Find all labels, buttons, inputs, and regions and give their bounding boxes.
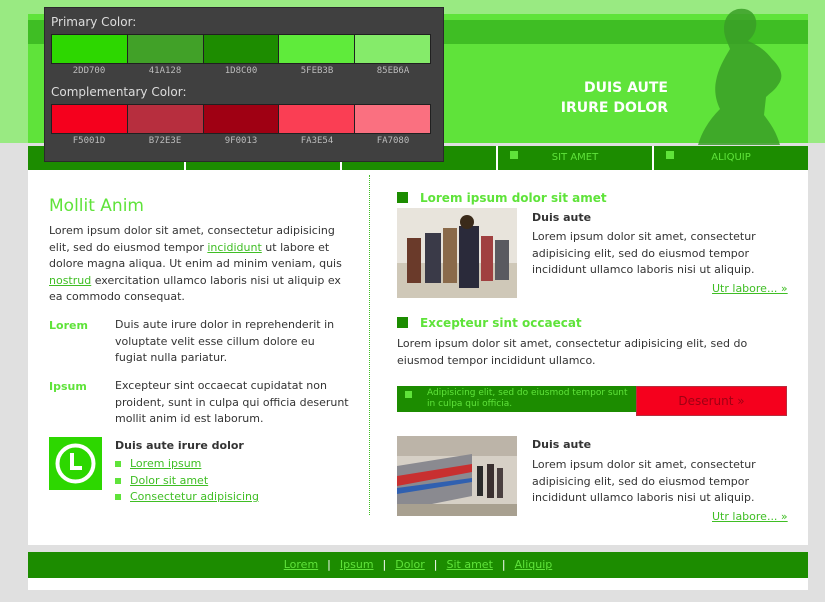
- term-lorem: Lorem: [49, 319, 88, 332]
- woman-silhouette-image: [698, 8, 782, 145]
- section3-subtitle: Duis aute: [532, 438, 592, 451]
- section-square-icon: [397, 317, 408, 328]
- complementary-color-label: Complementary Color:: [51, 85, 187, 99]
- nav-item-label: ALIQUIP: [711, 152, 751, 163]
- dolor-sit-amet-link[interactable]: Dolor sit amet: [130, 474, 208, 487]
- complementary-swatch[interactable]: [203, 105, 280, 133]
- column-divider: [369, 175, 370, 515]
- section1-subtitle: Duis aute: [532, 211, 592, 224]
- primary-swatch[interactable]: [203, 35, 280, 63]
- box-link-list: Lorem ipsum Dolor sit amet Consectetur a…: [115, 456, 259, 506]
- header-title: DUIS AUTE IRURE DOLOR: [500, 78, 668, 118]
- nostrud-link[interactable]: nostrud: [49, 274, 91, 287]
- footer-link-dolor[interactable]: Dolor: [395, 558, 425, 571]
- complementary-swatch[interactable]: [279, 105, 356, 133]
- list-item: Consectetur adipisicing: [115, 489, 259, 506]
- nav-item-sit-amet[interactable]: SIT AMET: [496, 146, 652, 170]
- section2-heading: Excepteur sint occaecat: [397, 316, 582, 330]
- hex-code: 9F0013: [224, 136, 258, 146]
- hex-code: B72E3E: [148, 136, 182, 146]
- footer-link-aliquip[interactable]: Aliquip: [515, 558, 553, 571]
- list-item: Dolor sit amet: [115, 473, 259, 490]
- complementary-swatch[interactable]: [355, 105, 430, 133]
- nav-item-aliquip[interactable]: ALIQUIP: [652, 146, 808, 170]
- section3-more-link[interactable]: Utr labore... »: [712, 510, 788, 523]
- primary-swatch-row: [51, 34, 431, 64]
- footer-separator: |: [433, 558, 438, 571]
- clock-icon: [49, 437, 102, 490]
- footer-link-lorem[interactable]: Lorem: [284, 558, 318, 571]
- crowd-photo: [397, 208, 517, 298]
- hex-code: 85EB6A: [376, 66, 410, 76]
- primary-swatch[interactable]: [127, 35, 204, 63]
- term-ipsum-text: Excepteur sint occaecat cupidatat non pr…: [115, 379, 349, 425]
- hex-code: FA7080: [376, 136, 410, 146]
- footer-separator: |: [501, 558, 506, 571]
- left-title: Mollit Anim: [49, 196, 144, 216]
- footer-strip: [28, 578, 808, 590]
- section1-more-link[interactable]: Utr labore... »: [712, 282, 788, 295]
- primary-color-label: Primary Color:: [51, 15, 137, 29]
- complementary-hex-row: F5001D B72E3E 9F0013 FA3E54 FA7080: [51, 136, 431, 146]
- section1-text: Lorem ipsum dolor sit amet, consectetur …: [532, 230, 756, 276]
- complementary-swatch[interactable]: [52, 105, 128, 133]
- complementary-swatch[interactable]: [127, 105, 204, 133]
- header-title-line2: IRURE DOLOR: [560, 100, 668, 116]
- incididunt-link[interactable]: incididunt: [207, 241, 261, 254]
- hex-code: 5FEB3B: [300, 66, 334, 76]
- footer-link-ipsum[interactable]: Ipsum: [340, 558, 374, 571]
- consectetur-adipisicing-link[interactable]: Consectetur adipisicing: [130, 490, 259, 503]
- hex-code: 2DD700: [72, 66, 106, 76]
- green-note-text: Adipisicing elit, sed do eiusmod tempor …: [427, 388, 628, 409]
- deserunt-button[interactable]: Deserunt »: [636, 386, 787, 416]
- hex-code: 1D8C00: [224, 66, 258, 76]
- primary-hex-row: 2DD700 41A128 1D8C00 5FEB3B 85EB6A: [51, 66, 431, 76]
- section1-heading: Lorem ipsum dolor sit amet: [397, 191, 607, 205]
- footer-separator: |: [382, 558, 387, 571]
- footer-link-sit-amet[interactable]: Sit amet: [447, 558, 493, 571]
- hex-code: FA3E54: [300, 136, 334, 146]
- green-note: Adipisicing elit, sed do eiusmod tempor …: [397, 386, 640, 412]
- section2-heading-text: Excepteur sint occaecat: [420, 316, 582, 330]
- term-lorem-text: Duis aute irure dolor in reprehenderit i…: [115, 318, 335, 364]
- complementary-swatch-row: [51, 104, 431, 134]
- note-square-icon: [405, 391, 412, 398]
- intro-text-3: exercitation ullamco laboris nisi ut ali…: [49, 273, 341, 304]
- color-palette-panel: Primary Color: 2DD700 41A128 1D8C00 5FEB…: [44, 7, 444, 162]
- primary-swatch[interactable]: [279, 35, 356, 63]
- primary-swatch[interactable]: [52, 35, 128, 63]
- term-ipsum: Ipsum: [49, 380, 87, 393]
- section3-text: Lorem ipsum dolor sit amet, consectetur …: [532, 458, 756, 504]
- intro-paragraph: Lorem ipsum dolor sit amet, consectetur …: [49, 223, 347, 306]
- primary-swatch[interactable]: [355, 35, 430, 63]
- section2-text: Lorem ipsum dolor sit amet, consectetur …: [397, 337, 748, 367]
- hex-code: F5001D: [72, 136, 106, 146]
- footer-nav: Lorem | Ipsum | Dolor | Sit amet | Aliquip: [28, 552, 808, 578]
- footer-separator: |: [327, 558, 331, 571]
- train-photo: [397, 436, 517, 516]
- section-square-icon: [397, 192, 408, 203]
- content-area: Mollit Anim Lorem ipsum dolor sit amet, …: [28, 170, 808, 545]
- header-title-line1: DUIS AUTE: [583, 80, 668, 96]
- hex-code: 41A128: [148, 66, 182, 76]
- list-item: Lorem ipsum: [115, 456, 259, 473]
- nav-item-label: SIT AMET: [551, 152, 599, 163]
- section1-heading-text: Lorem ipsum dolor sit amet: [420, 191, 607, 205]
- lorem-ipsum-link[interactable]: Lorem ipsum: [130, 457, 201, 470]
- box-title: Duis aute irure dolor: [115, 439, 244, 452]
